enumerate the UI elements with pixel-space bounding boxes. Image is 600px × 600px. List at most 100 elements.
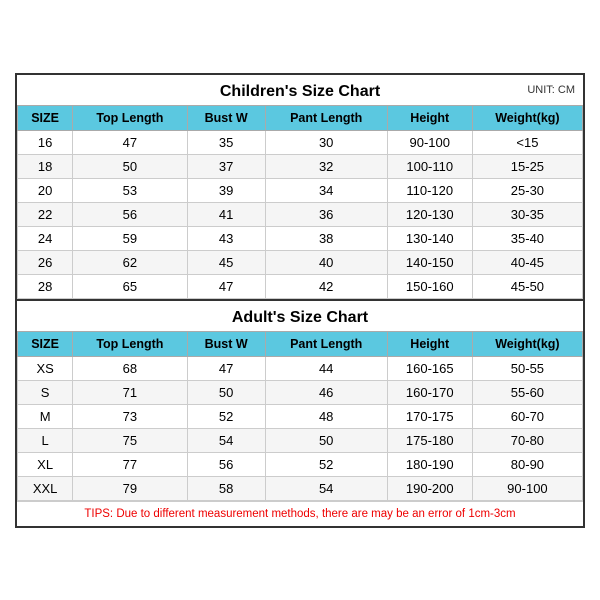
table-cell: 24 <box>18 226 73 250</box>
table-cell: 79 <box>73 476 187 500</box>
table-cell: M <box>18 404 73 428</box>
table-cell: 18 <box>18 154 73 178</box>
table-cell: 70-80 <box>472 428 582 452</box>
table-row: XS684744160-16550-55 <box>18 356 583 380</box>
table-row: 28654742150-16045-50 <box>18 274 583 298</box>
table-cell: 48 <box>265 404 387 428</box>
table-cell: <15 <box>472 130 582 154</box>
table-row: 1647353090-100<15 <box>18 130 583 154</box>
table-cell: L <box>18 428 73 452</box>
table-cell: 54 <box>265 476 387 500</box>
children-col-height: Height <box>387 105 472 130</box>
table-cell: 56 <box>73 202 187 226</box>
table-cell: 35 <box>187 130 265 154</box>
table-cell: 41 <box>187 202 265 226</box>
table-cell: 15-25 <box>472 154 582 178</box>
table-cell: 150-160 <box>387 274 472 298</box>
children-header-row: SIZE Top Length Bust W Pant Length Heigh… <box>18 105 583 130</box>
children-title-text: Children's Size Chart <box>220 83 380 100</box>
table-cell: 52 <box>187 404 265 428</box>
adults-col-weight: Weight(kg) <box>472 331 582 356</box>
table-cell: 35-40 <box>472 226 582 250</box>
adults-section-title: Adult's Size Chart <box>17 299 583 331</box>
children-col-size: SIZE <box>18 105 73 130</box>
adults-header-row: SIZE Top Length Bust W Pant Length Heigh… <box>18 331 583 356</box>
table-cell: 130-140 <box>387 226 472 250</box>
table-cell: 45-50 <box>472 274 582 298</box>
table-row: 22564136120-13030-35 <box>18 202 583 226</box>
table-cell: 36 <box>265 202 387 226</box>
children-col-top-length: Top Length <box>73 105 187 130</box>
table-cell: 50 <box>265 428 387 452</box>
table-cell: 25-30 <box>472 178 582 202</box>
table-row: S715046160-17055-60 <box>18 380 583 404</box>
table-row: XXL795854190-20090-100 <box>18 476 583 500</box>
table-cell: 55-60 <box>472 380 582 404</box>
table-cell: 59 <box>73 226 187 250</box>
children-col-pant-length: Pant Length <box>265 105 387 130</box>
table-cell: 43 <box>187 226 265 250</box>
table-row: 26624540140-15040-45 <box>18 250 583 274</box>
table-cell: 180-190 <box>387 452 472 476</box>
table-cell: 68 <box>73 356 187 380</box>
adults-col-bust-w: Bust W <box>187 331 265 356</box>
table-row: 24594338130-14035-40 <box>18 226 583 250</box>
table-cell: 44 <box>265 356 387 380</box>
table-cell: 46 <box>265 380 387 404</box>
table-row: XL775652180-19080-90 <box>18 452 583 476</box>
table-cell: 47 <box>187 356 265 380</box>
adults-table: SIZE Top Length Bust W Pant Length Heigh… <box>17 331 583 501</box>
table-cell: 120-130 <box>387 202 472 226</box>
adults-col-height: Height <box>387 331 472 356</box>
table-cell: 47 <box>187 274 265 298</box>
table-row: 18503732100-11015-25 <box>18 154 583 178</box>
table-cell: 90-100 <box>472 476 582 500</box>
tips-text: TIPS: Due to different measurement metho… <box>17 501 583 526</box>
table-cell: 160-170 <box>387 380 472 404</box>
table-cell: 62 <box>73 250 187 274</box>
table-cell: 22 <box>18 202 73 226</box>
table-cell: 175-180 <box>387 428 472 452</box>
table-cell: 170-175 <box>387 404 472 428</box>
table-cell: XXL <box>18 476 73 500</box>
table-cell: 34 <box>265 178 387 202</box>
table-cell: 39 <box>187 178 265 202</box>
table-cell: 16 <box>18 130 73 154</box>
children-table: SIZE Top Length Bust W Pant Length Heigh… <box>17 105 583 299</box>
table-cell: 50 <box>187 380 265 404</box>
adults-col-size: SIZE <box>18 331 73 356</box>
table-cell: S <box>18 380 73 404</box>
table-cell: 32 <box>265 154 387 178</box>
table-cell: 160-165 <box>387 356 472 380</box>
adults-col-top-length: Top Length <box>73 331 187 356</box>
table-row: M735248170-17560-70 <box>18 404 583 428</box>
table-cell: 37 <box>187 154 265 178</box>
table-cell: XL <box>18 452 73 476</box>
table-cell: XS <box>18 356 73 380</box>
table-cell: 71 <box>73 380 187 404</box>
table-cell: 65 <box>73 274 187 298</box>
table-cell: 73 <box>73 404 187 428</box>
adults-title-text: Adult's Size Chart <box>232 309 368 326</box>
table-cell: 28 <box>18 274 73 298</box>
table-cell: 45 <box>187 250 265 274</box>
table-cell: 190-200 <box>387 476 472 500</box>
adults-col-pant-length: Pant Length <box>265 331 387 356</box>
table-cell: 100-110 <box>387 154 472 178</box>
table-cell: 26 <box>18 250 73 274</box>
table-cell: 75 <box>73 428 187 452</box>
children-section-title: Children's Size Chart UNIT: CM <box>17 75 583 105</box>
children-col-bust-w: Bust W <box>187 105 265 130</box>
table-cell: 53 <box>73 178 187 202</box>
children-col-weight: Weight(kg) <box>472 105 582 130</box>
table-cell: 20 <box>18 178 73 202</box>
table-cell: 56 <box>187 452 265 476</box>
table-cell: 80-90 <box>472 452 582 476</box>
table-cell: 40 <box>265 250 387 274</box>
table-cell: 47 <box>73 130 187 154</box>
table-cell: 54 <box>187 428 265 452</box>
table-cell: 30 <box>265 130 387 154</box>
unit-label: UNIT: CM <box>527 84 575 96</box>
table-cell: 58 <box>187 476 265 500</box>
table-cell: 50 <box>73 154 187 178</box>
